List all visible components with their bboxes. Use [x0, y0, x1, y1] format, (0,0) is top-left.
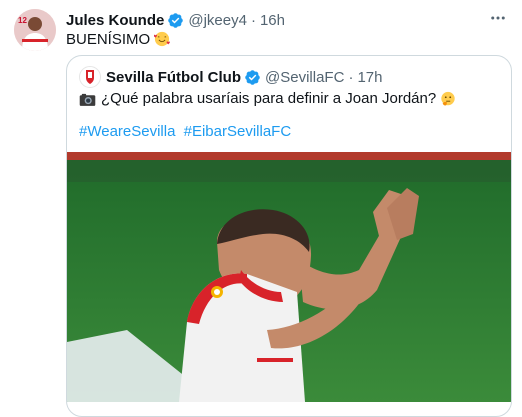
tweet-header: Jules Kounde @jkeey4 · 16h	[66, 10, 285, 30]
quoted-tweet-text: ¿Qué palabra usaríais para definir a Joa…	[79, 89, 456, 109]
quoted-tweet[interactable]: Sevilla Fútbol Club @SevillaFC · 17h ¿Qu…	[66, 55, 512, 417]
separator-dot: ·	[348, 68, 354, 86]
tweet-text-content: BUENÍSIMO	[66, 31, 151, 48]
smiling-face-with-hearts-emoji-icon	[154, 31, 171, 47]
quoted-author-avatar[interactable]	[79, 66, 101, 88]
camera-icon	[79, 93, 96, 106]
quoted-author-handle[interactable]: @SevillaFC	[265, 69, 344, 86]
hashtag-link[interactable]: #WeareSevilla	[79, 123, 175, 140]
hashtags: #WeareSevilla #EibarSevillaFC	[79, 122, 295, 142]
quoted-tweet-header: Sevilla Fútbol Club @SevillaFC · 17h	[79, 66, 382, 88]
verified-badge-icon	[168, 12, 184, 28]
author-avatar[interactable]: 12	[14, 9, 56, 51]
separator-dot: ·	[250, 11, 256, 29]
tweet[interactable]: 12 Jules Kounde @jkeey4 · 16h BUENÍSIMO	[0, 0, 522, 417]
verified-badge-icon	[245, 69, 260, 85]
more-options-button[interactable]	[486, 8, 510, 28]
author-name[interactable]: Jules Kounde	[66, 12, 164, 29]
more-horizontal-icon	[491, 16, 505, 20]
thinking-face-emoji-icon	[441, 91, 455, 106]
svg-text:12: 12	[18, 16, 27, 25]
hashtag-link[interactable]: #EibarSevillaFC	[184, 123, 292, 140]
quoted-tweet-timestamp[interactable]: 17h	[357, 69, 382, 86]
tweet-text: BUENÍSIMO	[66, 30, 171, 50]
quoted-tweet-question: ¿Qué palabra usaríais para definir a Joa…	[101, 90, 437, 107]
quoted-tweet-photo[interactable]	[67, 152, 511, 402]
quoted-author-name[interactable]: Sevilla Fútbol Club	[106, 69, 241, 86]
player-photo	[67, 152, 511, 402]
author-handle[interactable]: @jkeey4	[188, 12, 247, 29]
tweet-timestamp[interactable]: 16h	[260, 12, 285, 29]
